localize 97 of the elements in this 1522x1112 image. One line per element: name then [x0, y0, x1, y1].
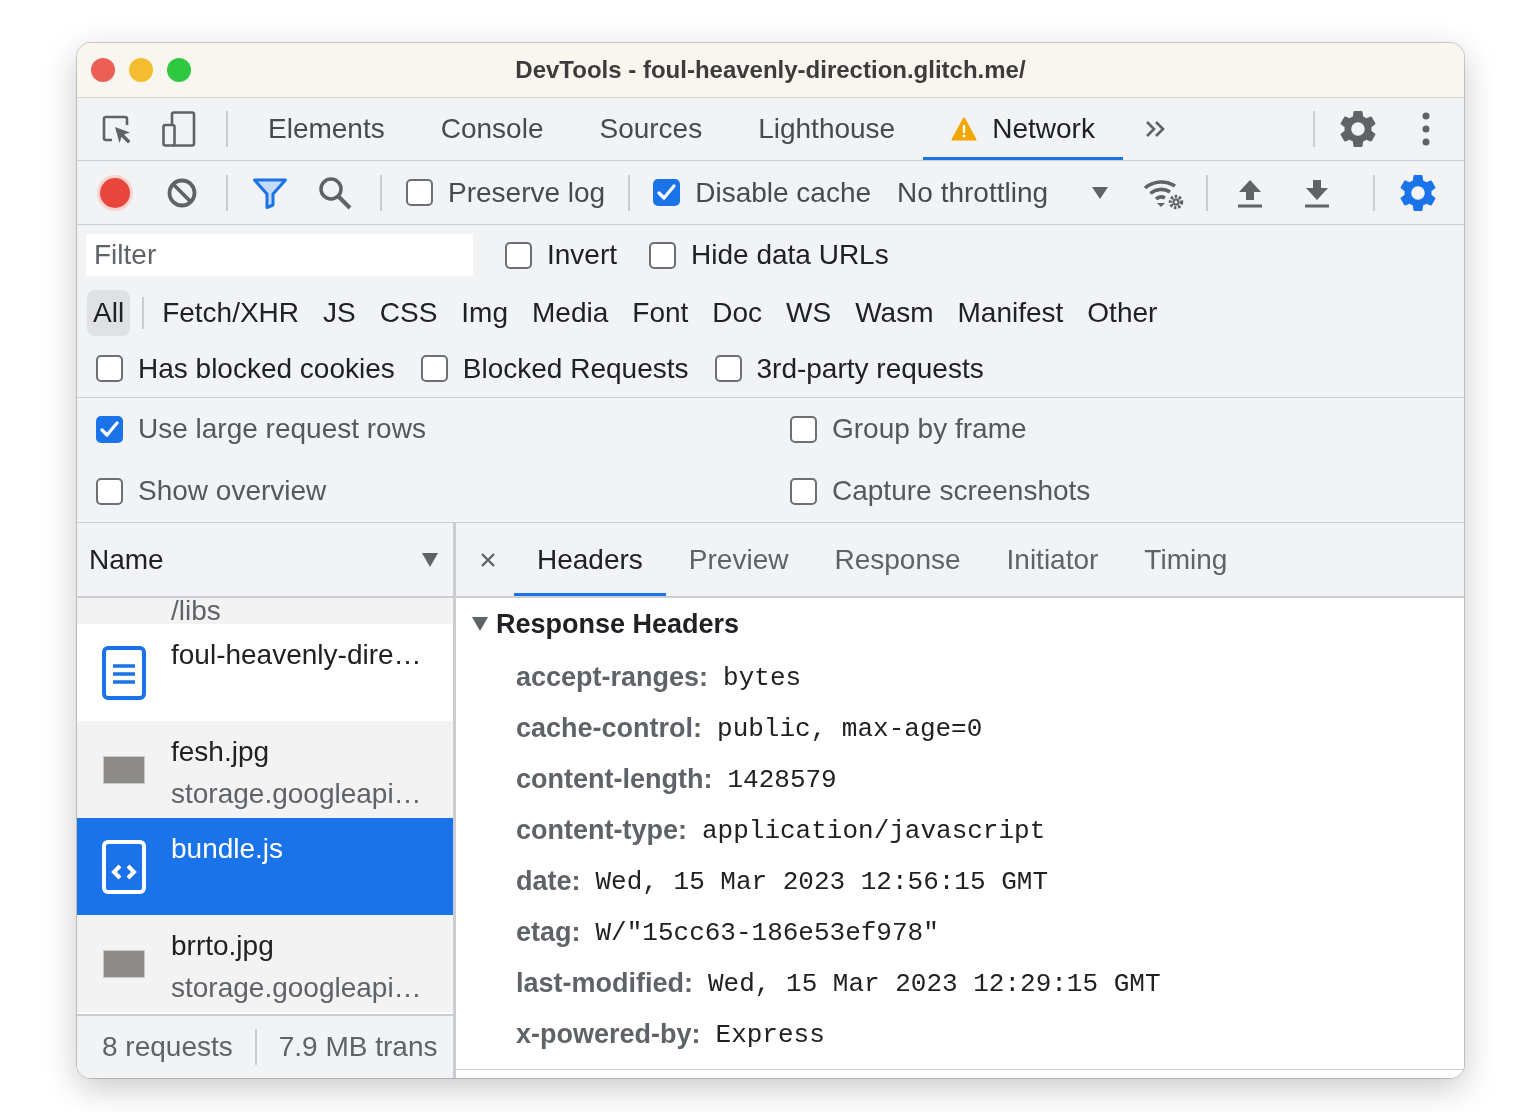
request-name: foul-heavenly-dire…	[171, 638, 422, 672]
checkbox[interactable]	[649, 241, 677, 269]
request-name: bundle.js	[171, 832, 284, 866]
window-title: DevTools - foul-heavenly-direction.glitch.me/	[515, 56, 1026, 84]
checkbox[interactable]	[790, 415, 817, 443]
request-domain: /libs	[171, 598, 221, 624]
more-tabs-icon[interactable]	[1143, 119, 1166, 139]
device-toolbar-icon[interactable]	[162, 111, 196, 147]
search-icon[interactable]	[318, 175, 352, 210]
status-text: 7.9 MB trans	[278, 1031, 438, 1063]
header-value: Wed, 15 Mar 2023 12:56:15 GMT	[595, 866, 1048, 897]
resource-type-filter[interactable]: Media	[526, 289, 615, 336]
request-row[interactable]: fesh.jpg storage.googleapi…	[77, 721, 453, 818]
resource-type-filter[interactable]: All	[87, 289, 131, 336]
header-value: Express	[715, 1019, 825, 1050]
checkbox[interactable]	[653, 179, 681, 206]
disclosure-triangle-icon[interactable]	[472, 617, 488, 631]
resource-type-filter[interactable]: Fetch/XHR	[156, 289, 306, 336]
resource-type-filter[interactable]: CSS	[373, 289, 444, 336]
request-name: fesh.jpg	[171, 735, 270, 769]
record-icon[interactable]	[97, 174, 133, 211]
status-text: 8 requests	[102, 1031, 233, 1063]
request-row[interactable]: brrto.jpg storage.googleapi…	[77, 915, 453, 1012]
resource-type-filter[interactable]: WS	[780, 289, 838, 336]
more-options-icon[interactable]	[1422, 112, 1430, 146]
settings-icon[interactable]	[1400, 173, 1437, 212]
panel-tab[interactable]: Sources	[571, 98, 731, 160]
header-name: etag:	[516, 917, 581, 948]
request-domain: storage.googleapi…	[171, 777, 422, 811]
header-value: public, max-age=0	[717, 713, 983, 744]
checkbox-label: Disable cache	[695, 176, 872, 209]
settings-icon[interactable]	[1340, 110, 1376, 148]
checkbox[interactable]	[420, 355, 448, 382]
header-name: last-modified:	[516, 968, 693, 999]
details-tab[interactable]: Timing	[1121, 523, 1251, 596]
checkbox-label: Group by frame	[832, 413, 1027, 445]
request-name: brrto.jpg	[171, 929, 274, 963]
clear-icon[interactable]	[167, 177, 197, 208]
sort-caret-icon	[422, 552, 438, 567]
checkbox-label: Has blocked cookies	[138, 352, 395, 385]
header-value: 1428579	[727, 764, 837, 795]
checkbox[interactable]	[96, 355, 123, 382]
header-value: bytes	[723, 662, 802, 693]
throttling-dropdown[interactable]: No throttling	[897, 176, 1109, 209]
checkbox[interactable]	[505, 241, 532, 269]
resource-type-filter[interactable]: JS	[317, 289, 362, 336]
caret-down-icon	[1092, 186, 1109, 199]
window-close-icon[interactable]	[91, 58, 115, 82]
header-value: Wed, 15 Mar 2023 12:29:15 GMT	[708, 968, 1161, 999]
checkbox-label: Show overview	[138, 475, 327, 507]
filter-field[interactable]: Filter	[86, 234, 473, 276]
request-domain: storage.googleapi…	[171, 971, 422, 1005]
panel-tab[interactable]: Elements	[240, 98, 413, 160]
details-tab[interactable]: Initiator	[983, 523, 1122, 596]
resource-type-filter[interactable]: Manifest	[951, 289, 1070, 336]
column-header[interactable]: Name	[77, 523, 453, 598]
checkbox-label: Invert	[547, 239, 618, 271]
panel-tab[interactable]: Network	[923, 98, 1123, 160]
photo-placeholder	[103, 755, 145, 784]
header-name: content-length:	[516, 764, 713, 795]
checkbox[interactable]	[714, 355, 742, 382]
details-tab[interactable]: Preview	[665, 523, 812, 596]
header-name: cache-control:	[516, 713, 703, 744]
header-value: application/javascript	[702, 815, 1046, 846]
header-name: date:	[516, 866, 581, 897]
header-name: accept-ranges:	[516, 662, 709, 693]
checkbox[interactable]	[96, 415, 123, 443]
resource-type-filter[interactable]: Doc	[706, 289, 769, 336]
panel-tab[interactable]: Lighthouse	[730, 98, 924, 160]
resource-type-filter[interactable]: Img	[455, 289, 514, 336]
script-file-icon	[102, 839, 146, 894]
checkbox[interactable]	[406, 179, 433, 206]
download-icon[interactable]	[1303, 177, 1332, 208]
panel-tab[interactable]: Console	[412, 98, 572, 160]
document-icon	[102, 645, 146, 700]
inspect-element-icon[interactable]	[100, 113, 132, 145]
checkbox-label: Blocked Requests	[462, 352, 689, 385]
checkbox[interactable]	[790, 477, 817, 505]
header-name: x-powered-by:	[516, 1019, 701, 1050]
checkbox-label: 3rd-party requests	[756, 352, 984, 385]
close-icon[interactable]	[480, 551, 496, 568]
header-name: content-type:	[516, 815, 687, 846]
header-value: W/"15cc63-186e53ef978"	[595, 917, 939, 948]
checkbox-label: Capture screenshots	[832, 475, 1091, 507]
checkbox[interactable]	[96, 477, 123, 505]
checkbox-label: Use large request rows	[138, 413, 426, 445]
checkbox-label: Hide data URLs	[691, 239, 889, 271]
resource-type-filter[interactable]: Font	[626, 289, 695, 336]
checkbox-label: Preserve log	[448, 176, 606, 209]
details-tab[interactable]: Response	[811, 523, 984, 596]
resource-type-filter[interactable]: Wasm	[849, 289, 940, 336]
photo-placeholder	[103, 949, 145, 978]
request-row[interactable]: /libs	[77, 598, 453, 624]
section-title[interactable]: Response Headers	[496, 608, 740, 640]
request-row[interactable]: bundle.js	[77, 818, 453, 915]
filter-icon[interactable]	[252, 176, 288, 209]
resource-type-filter[interactable]: Other	[1081, 289, 1164, 336]
